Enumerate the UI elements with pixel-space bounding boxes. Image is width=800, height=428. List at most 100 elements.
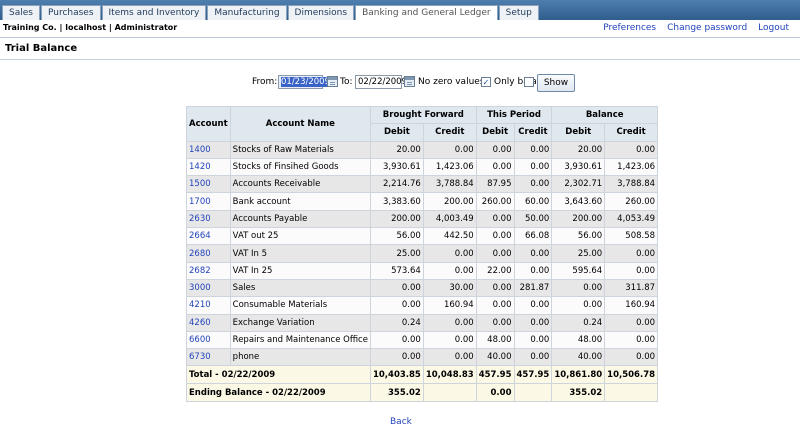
to-date-input[interactable]: 02/22/2009	[355, 75, 407, 89]
account-code-link[interactable]: 1400	[186, 140, 231, 159]
amount-cell: 56.00	[551, 227, 606, 246]
amount-cell: 0.24	[369, 313, 424, 332]
account-code-link[interactable]: 2680	[186, 244, 231, 263]
tab-purchases[interactable]: Purchases	[40, 5, 101, 20]
amount-cell: 3,788.84	[604, 175, 659, 194]
to-date-value: 02/22/2009	[358, 77, 407, 87]
account-code-link[interactable]: 1700	[186, 192, 231, 211]
amount-cell: 40.00	[475, 348, 515, 367]
account-name: Accounts Payable	[229, 209, 371, 229]
table-row: 2664 VAT out 25 56.00 442.50 0.00 66.08 56.00 5…	[186, 227, 659, 246]
amount-cell: 0.00	[604, 330, 659, 350]
to-calendar-icon[interactable]	[404, 76, 415, 87]
col-header-credit: Credit	[513, 123, 553, 142]
from-date-input[interactable]: 01/23/2009	[278, 75, 330, 89]
account-name: Bank account	[229, 192, 371, 211]
total-value: 457.95	[513, 365, 553, 385]
col-header-balance: Balance	[551, 105, 659, 125]
ending-balance-value	[604, 383, 659, 403]
amount-cell: 0.00	[513, 261, 553, 280]
account-code-link[interactable]: 2664	[186, 227, 231, 246]
from-date-value: 01/23/2009	[281, 77, 330, 87]
user-links: Preferences Change password Logout	[603, 23, 789, 33]
col-header-account: Account	[186, 106, 231, 142]
amount-cell: 20.00	[551, 140, 606, 159]
amount-cell: 0.00	[369, 296, 424, 315]
amount-cell: 60.00	[513, 192, 553, 211]
amount-cell: 3,788.84	[422, 175, 477, 194]
tab-items-and-inventory[interactable]: Items and Inventory	[101, 5, 207, 20]
account-code-link[interactable]: 4260	[186, 313, 231, 332]
col-header-account-name: Account Name	[229, 106, 371, 142]
table-row: 1700 Bank account 3,383.60 200.00 260.00 60.0…	[186, 192, 659, 211]
trial-balance-table: Account Account Name Brought Forward Thi…	[186, 105, 659, 403]
amount-cell: 573.64	[369, 261, 424, 280]
show-button[interactable]: Show	[537, 74, 575, 92]
account-name: Consumable Materials	[229, 296, 371, 315]
amount-cell: 22.00	[475, 261, 515, 280]
amount-cell: 0.00	[475, 313, 515, 332]
tab-banking-and-general-ledger[interactable]: Banking and General Ledger	[355, 5, 498, 20]
account-code-link[interactable]: 1500	[186, 175, 231, 194]
filter-bar: From: 01/23/2009 To: 02/22/2009 No zero …	[0, 74, 800, 92]
account-name: Stocks of Raw Materials	[229, 140, 371, 159]
amount-cell: 0.00	[513, 348, 553, 367]
amount-cell: 0.00	[422, 244, 477, 263]
tab-setup[interactable]: Setup	[498, 5, 539, 20]
table-row: 3000 Sales 0.00 30.00 0.00 281.87 0.00 311.87	[186, 278, 659, 298]
total-value: 10,403.85	[369, 365, 424, 385]
company-info: Training Co. | localhost | Administrator	[3, 23, 178, 32]
amount-cell: 0.00	[604, 348, 659, 367]
amount-cell: 50.00	[513, 209, 553, 229]
tab-dimensions[interactable]: Dimensions	[287, 5, 355, 20]
amount-cell: 0.00	[369, 348, 424, 367]
table-row: 6730 phone 0.00 0.00 40.00 0.00 40.00 0.00	[186, 348, 659, 367]
ending-balance-value: 355.02	[551, 383, 606, 403]
to-label: To:	[340, 77, 353, 87]
ending-balance-value: 355.02	[369, 383, 424, 403]
table-row: 2680 VAT In 5 25.00 0.00 0.00 0.00 25.00 0.00	[186, 244, 659, 263]
account-code-link[interactable]: 1420	[186, 157, 231, 177]
col-header-debit: Debit	[551, 123, 606, 142]
amount-cell: 0.00	[475, 244, 515, 263]
account-code-link[interactable]: 2630	[186, 209, 231, 229]
amount-cell: 442.50	[422, 227, 477, 246]
account-code-link[interactable]: 3000	[186, 278, 231, 298]
ending-balance-value	[422, 383, 477, 403]
amount-cell: 0.00	[513, 313, 553, 332]
amount-cell: 0.00	[422, 330, 477, 350]
back-link[interactable]: Back	[390, 417, 412, 427]
no-zero-values-checkbox[interactable]: ✓	[481, 77, 491, 87]
amount-cell: 0.00	[604, 313, 659, 332]
change-password-link[interactable]: Change password	[667, 23, 747, 33]
amount-cell: 0.00	[422, 261, 477, 280]
tab-sales[interactable]: Sales	[2, 5, 40, 20]
amount-cell: 200.00	[422, 192, 477, 211]
amount-cell: 20.00	[369, 140, 424, 159]
info-bar: Training Co. | localhost | Administrator…	[0, 20, 800, 38]
total-value: 10,506.78	[604, 365, 659, 385]
total-value: 457.95	[475, 365, 515, 385]
total-value: 10,861.80	[551, 365, 606, 385]
amount-cell: 0.00	[513, 244, 553, 263]
col-header-brought-forward: Brought Forward	[369, 105, 477, 125]
logout-link[interactable]: Logout	[758, 23, 789, 33]
only-balances-checkbox[interactable]	[524, 77, 534, 87]
col-header-credit: Credit	[422, 123, 477, 142]
amount-cell: 1,423.06	[604, 157, 659, 177]
account-code-link[interactable]: 2682	[186, 261, 231, 280]
table-row: 6600 Repairs and Maintenance Office 0.00 0.…	[186, 330, 659, 350]
account-code-link[interactable]: 6600	[186, 330, 231, 350]
table-row: 4260 Exchange Variation 0.24 0.00 0.00 0.00 0.…	[186, 313, 659, 332]
amount-cell: 3,643.60	[551, 192, 606, 211]
account-code-link[interactable]: 6730	[186, 348, 231, 367]
tab-manufacturing[interactable]: Manufacturing	[207, 5, 287, 20]
account-code-link[interactable]: 4210	[186, 296, 231, 315]
amount-cell: 260.00	[475, 192, 515, 211]
amount-cell: 595.64	[551, 261, 606, 280]
preferences-link[interactable]: Preferences	[603, 23, 656, 33]
ending-balance-value	[513, 383, 553, 403]
account-name: Stocks of Finsihed Goods	[229, 157, 371, 177]
table-row: 1500 Accounts Receivable 2,214.76 3,788.84 8…	[186, 175, 659, 194]
from-calendar-icon[interactable]	[327, 76, 338, 87]
